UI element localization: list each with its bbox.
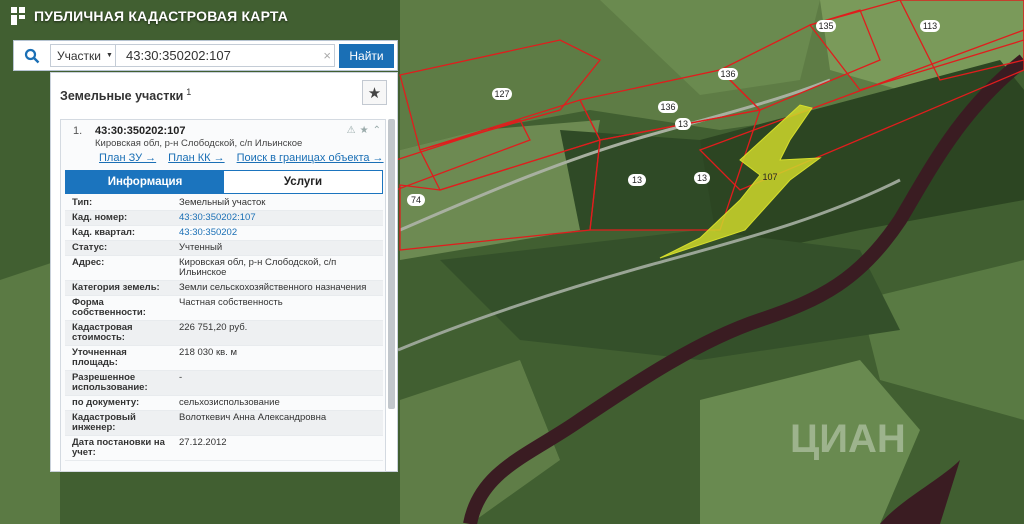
table-row: Статус: Учтенный — [65, 241, 383, 256]
prop-key: Разрешенное использование: — [72, 372, 148, 393]
tab-bar: Информация Услуги — [65, 170, 383, 194]
table-row: Кад. номер: 43:30:350202:107 — [65, 211, 383, 226]
search-submit-button[interactable]: Найти — [339, 43, 394, 68]
prop-value: Частная собственность — [179, 297, 283, 308]
table-row: Уточненная площадь: 218 030 кв. м — [65, 346, 383, 371]
table-row: Кад. квартал: 43:30:350202 — [65, 226, 383, 241]
plot-label: 136 — [720, 69, 735, 79]
search-type-label: Участки — [57, 48, 101, 63]
prop-value: сельхозиспользование — [179, 397, 280, 408]
star-icon[interactable]: ★ — [360, 125, 369, 136]
prop-value: Учтенный — [179, 242, 223, 253]
app-title: ПУБЛИЧНАЯ КАДАСТРОВАЯ КАРТА — [34, 8, 289, 24]
prop-value: Земельный участок — [179, 197, 266, 208]
result-count: 1 — [186, 86, 192, 97]
table-row: Тип: Земельный участок — [65, 196, 383, 211]
tab-services[interactable]: Услуги — [224, 171, 382, 193]
plan-zu-link[interactable]: План ЗУ → — [99, 152, 156, 164]
prop-key: Форма собственности: — [72, 297, 146, 318]
item-actions: ⚠ ★ ⌃ — [347, 125, 381, 136]
pkk-logo-icon[interactable] — [10, 6, 26, 26]
clear-icon[interactable]: × — [323, 48, 331, 63]
prop-key: Категория земель: — [72, 282, 160, 293]
cad-number-link[interactable]: 43:30:350202:107 — [169, 211, 383, 225]
table-row: Дата постановки на учет: 27.12.2012 — [65, 436, 383, 461]
properties-table: Тип: Земельный участок Кад. номер: 43:30:3… — [65, 196, 383, 461]
plot-label: 74 — [411, 195, 421, 205]
results-panel: Земельные участки 1 ★ 1. 43:30:350202:107… — [50, 72, 398, 472]
prop-key: Дата постановки на учет: — [72, 437, 165, 458]
search-input[interactable] — [116, 44, 335, 67]
panel-title: Земельные участки 1 — [60, 87, 191, 103]
search-icon[interactable] — [14, 40, 50, 71]
prop-key: по документу: — [72, 397, 140, 408]
plot-label: 107 — [762, 172, 777, 182]
plot-label: 136 — [660, 102, 675, 112]
panel-title-text: Земельные участки — [60, 89, 184, 104]
table-row: Кадастровая стоимость: 226 751,20 руб. — [65, 321, 383, 346]
chevron-down-icon: ▼ — [106, 52, 113, 59]
prop-value: 27.12.2012 — [179, 437, 227, 448]
prop-key: Кад. квартал: — [72, 227, 136, 238]
table-row: Форма собственности: Частная собственност… — [65, 296, 383, 321]
plan-kk-link[interactable]: План КК → — [168, 152, 224, 164]
result-item[interactable]: 1. 43:30:350202:107 Кировская обл, р-н С… — [61, 120, 385, 174]
table-row: Адрес: Кировская обл, р-н Слободской, с/п… — [65, 256, 383, 281]
favorite-button[interactable]: ★ — [362, 80, 387, 105]
item-links: План ЗУ → План КК → Поиск в границах объ… — [99, 152, 384, 164]
prop-key: Кад. номер: — [72, 212, 128, 223]
chevron-up-icon[interactable]: ⌃ — [373, 125, 381, 136]
plot-label: 13 — [632, 175, 642, 185]
item-number: 1. — [73, 125, 83, 137]
search-bar: Участки ▼ × Найти — [13, 40, 398, 71]
plot-label: 135 — [818, 21, 833, 31]
table-row: Разрешенное использование: - — [65, 371, 383, 396]
prop-value: Земли сельскохозяйственного назначения — [179, 282, 367, 293]
plot-label: 113 — [923, 21, 937, 31]
table-row: Категория земель: Земли сельскохозяйствен… — [65, 281, 383, 296]
item-address: Кировская обл, р-н Слободской, с/п Ильин… — [95, 138, 303, 149]
prop-key: Тип: — [72, 197, 93, 208]
plot-label: 13 — [697, 173, 707, 183]
table-row: по документу: сельхозиспользование — [65, 396, 383, 411]
prop-key: Адрес: — [72, 257, 105, 268]
prop-value: Волоткевич Анна Александровна — [179, 412, 327, 423]
search-within-link[interactable]: Поиск в границах объекта → — [237, 152, 384, 164]
prop-key: Статус: — [72, 242, 108, 253]
result-list[interactable]: 1. 43:30:350202:107 Кировская обл, р-н С… — [60, 119, 386, 472]
item-cad-number: 43:30:350202:107 — [95, 125, 186, 137]
app-header: ПУБЛИЧНАЯ КАДАСТРОВАЯ КАРТА — [10, 6, 288, 26]
prop-value: Кировская обл, р-н Слободской, с/п Ильин… — [179, 257, 337, 278]
prop-key: Уточненная площадь: — [72, 347, 127, 368]
table-row: Кадастровый инженер: Волоткевич Анна Алек… — [65, 411, 383, 436]
star-icon: ★ — [367, 84, 382, 102]
search-type-select[interactable]: Участки ▼ — [50, 44, 116, 67]
cad-quarter-link[interactable]: 43:30:350202 — [169, 226, 383, 240]
plot-label: 13 — [678, 119, 688, 129]
panel-scrollbar[interactable] — [388, 119, 395, 409]
plot-label: 127 — [494, 89, 509, 99]
prop-value: 226 751,20 руб. — [179, 322, 248, 333]
prop-key: Кадастровая стоимость: — [72, 322, 133, 343]
watermark: ЦИАН — [790, 417, 906, 461]
tab-info[interactable]: Информация — [66, 171, 224, 193]
panel-header: Земельные участки 1 ★ — [51, 73, 397, 117]
prop-value: - — [179, 372, 183, 383]
prop-value: 218 030 кв. м — [179, 347, 237, 358]
prop-key: Кадастровый инженер: — [72, 412, 136, 433]
warning-icon[interactable]: ⚠ — [347, 125, 356, 136]
